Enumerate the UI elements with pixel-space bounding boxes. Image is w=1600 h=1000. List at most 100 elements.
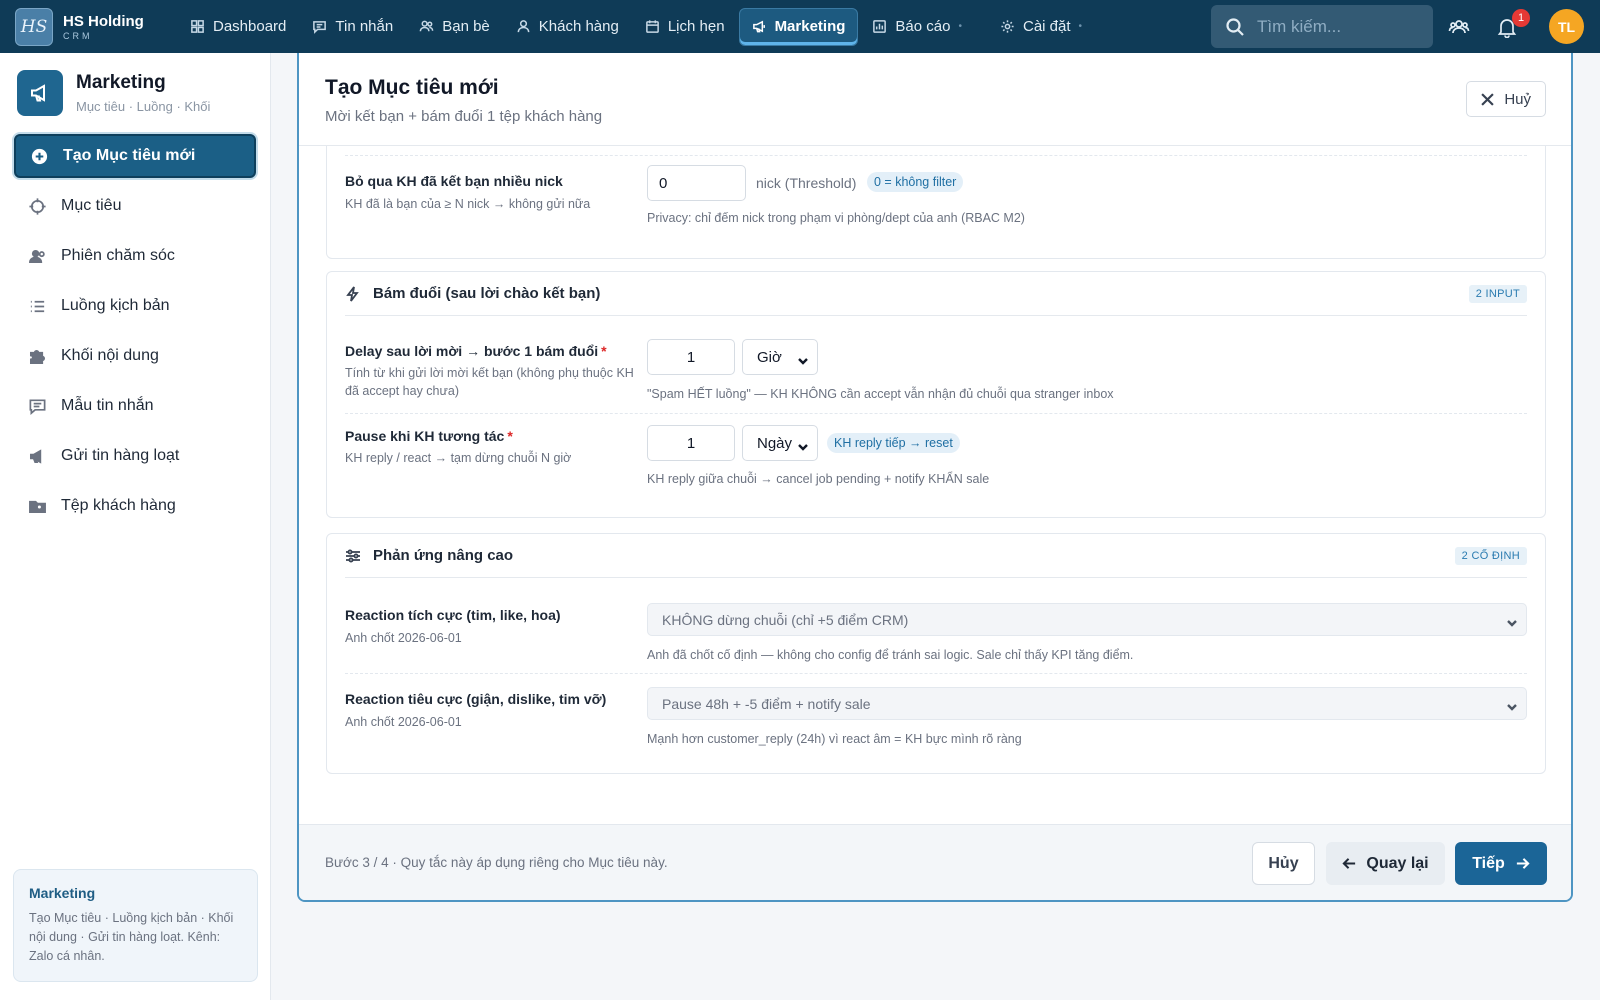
nav-customers[interactable]: Khách hàng [504,8,631,46]
message-template-icon [29,398,46,415]
sidebar-item-label: Gửi tin hàng loạt [61,447,180,464]
lightning-icon [346,285,359,302]
pause-unit-select[interactable]: Ngày [742,425,818,461]
positive-reaction-label: Reaction tích cực (tim, like, hoa) [345,607,561,623]
megaphone-icon [752,20,765,33]
section-title: Phản ứng nâng cao [373,547,514,564]
crosshair-icon [29,197,46,215]
sidebar: Marketing Mục tiêu · Luồng · Khối Tạo Mụ… [0,53,271,1000]
skip-threshold-unit: nick (Threshold) [756,175,857,191]
nav-appointments[interactable]: Lịch hẹn [633,8,737,46]
sidebar-item-content-blocks[interactable]: Khối nội dung [14,334,256,378]
card-footer: Bước 3 / 4 · Quy tắc này áp dụng riêng c… [299,824,1571,900]
pause-description: KH reply / react → tạm dừng chuỗi N giờ [345,451,572,465]
nav-marketing[interactable]: Marketing [738,7,859,46]
form-body[interactable]: Bỏ qua KH đã kết bạn nhiều nick KH đã là… [299,146,1571,826]
page-subtitle: Mời kết bạn + bám đuổi 1 tệp khách hàng [325,108,603,125]
nav-label: Khách hàng [538,18,619,35]
broadcast-icon [29,448,42,464]
pause-unit-value: Ngày [757,434,793,452]
nav-messages[interactable]: Tin nhắn [300,8,405,46]
step-note: Bước 3 / 4 · Quy tắc này áp dụng riêng c… [325,855,668,870]
nav-dashboard[interactable]: Dashboard [178,8,298,46]
sidebar-item-care-sessions[interactable]: Phiên chăm sóc [14,234,256,278]
section-tag: 2 CỐ ĐỊNH [1454,546,1527,565]
sidebar-menu: Tạo Mục tiêu mới Mục tiêu Phiên chăm sóc… [0,134,270,528]
row-skip-threshold: Bỏ qua KH đã kết bạn nhiều nick KH đã là… [345,163,1527,253]
sidebar-header-icon [17,70,63,116]
positive-reaction-select[interactable]: KHÔNG dừng chuỗi (chỉ +5 điểm CRM) [647,603,1527,636]
row-negative-reaction: Reaction tiêu cực (giận, dislike, tim vỡ… [345,674,1527,770]
sidebar-item-label: Phiên chăm sóc [61,247,175,264]
pause-label: Pause khi KH tương tác * [345,428,513,444]
section-header: Phản ứng nâng cao 2 CỐ ĐỊNH [345,534,1527,578]
delay-hint: "Spam HẾT luồng" — KH KHÔNG cần accept v… [647,387,1114,401]
user-avatar[interactable]: TL [1549,9,1584,44]
create-goal-card: Tạo Mục tiêu mới Mời kết bạn + bám đuổi … [297,53,1573,902]
brand[interactable]: HS HS Holding CRM [15,7,178,46]
pause-reset-badge: KH reply tiếp → reset [827,433,960,453]
delay-unit-value: Giờ [757,348,782,366]
sidebar-item-label: Tạo Mục tiêu mới [63,147,196,164]
sidebar-item-goals[interactable]: Mục tiêu [14,184,256,228]
row-separator [345,146,1527,156]
negative-reaction-value: Pause 48h + -5 điểm + notify sale [662,695,871,712]
delay-unit-select[interactable]: Giờ [742,339,818,375]
nav-label: Tin nhắn [335,18,394,35]
nav-label: Dashboard [213,18,287,35]
positive-reaction-hint: Anh đã chốt cố định — không cho config đ… [647,648,1134,662]
back-label: Quay lại [1366,854,1429,872]
row-pause: Pause khi KH tương tác * KH reply / react… [345,414,1527,514]
nav-reports[interactable]: Báo cáo [860,8,962,46]
message-icon [313,21,327,34]
nav-separator: • [958,21,962,32]
pause-value-input[interactable]: 1 [647,425,735,461]
friends-requests-button[interactable] [1446,14,1472,40]
sidebar-info-title: Marketing [29,885,96,901]
skip-threshold-input[interactable]: 0 [647,165,746,201]
delay-value-input[interactable]: 1 [647,339,735,375]
skip-privacy-hint: Privacy: chỉ đếm nick trong phạm vi phòn… [647,211,1025,225]
section-header: Bám đuổi (sau lời chào kết bạn) 2 INPUT [345,272,1527,316]
sidebar-item-create-goal[interactable]: Tạo Mục tiêu mới [14,134,256,178]
global-search[interactable] [1211,5,1433,48]
cancel-button[interactable]: Huỷ [1466,81,1546,117]
brand-logo: HS [15,7,53,46]
nav-separator: • [1078,21,1083,32]
top-navbar: HS HS Holding CRM Dashboard Tin nhắn Bạn… [0,0,1600,53]
skip-hint-badge: 0 = không filter [867,172,964,192]
megaphone-icon [31,84,45,102]
row-positive-reaction: Reaction tích cực (tim, like, hoa) Anh c… [345,578,1527,674]
notifications-button[interactable]: 1 [1494,9,1530,40]
nav-friends[interactable]: Bạn bè [407,8,502,46]
negative-reaction-note: Anh chốt 2026-06-01 [345,715,462,729]
sliders-icon [346,549,360,562]
sidebar-item-script-flows[interactable]: Luồng kịch bản [14,284,256,328]
positive-reaction-note: Anh chốt 2026-06-01 [345,631,462,645]
negative-reaction-select[interactable]: Pause 48h + -5 điểm + notify sale [647,687,1527,720]
row-delay: Delay sau lời mời → bước 1 bám đuổi * Tín… [345,316,1527,414]
sidebar-item-label: Tệp khách hàng [61,497,176,514]
back-button[interactable]: Quay lại [1326,842,1445,885]
sidebar-item-customer-files[interactable]: Tệp khách hàng [14,484,256,528]
search-input[interactable] [1257,16,1417,37]
sidebar-item-message-templates[interactable]: Mẫu tin nhắn [14,384,256,428]
grid-icon [191,20,204,33]
next-button[interactable]: Tiếp [1455,842,1547,885]
list-icon [30,300,45,312]
user-icon [517,20,530,33]
chevron-down-icon [1507,699,1517,715]
section-tag: 2 INPUT [1468,284,1527,303]
arrow-right-icon [1516,858,1530,869]
section-reactions: Phản ứng nâng cao 2 CỐ ĐỊNH Reaction tíc… [326,533,1546,774]
sidebar-info-box: Marketing Tạo Mục tiêu · Luồng kịch bản … [13,869,258,982]
sidebar-item-bulk-send[interactable]: Gửi tin hàng loạt [14,434,256,478]
calendar-icon [645,20,659,33]
sidebar-header: Marketing Mục tiêu · Luồng · Khối [0,53,270,116]
footer-cancel-button[interactable]: Hủy [1252,842,1315,885]
nav-label: Bạn bè [442,18,490,35]
nav-settings[interactable]: Cài đặt [988,8,1083,46]
sidebar-info-text: Tạo Mục tiêu · Luồng kịch bản · Khối nội… [29,911,234,963]
chevron-down-icon [798,353,808,365]
close-icon [1481,92,1494,106]
